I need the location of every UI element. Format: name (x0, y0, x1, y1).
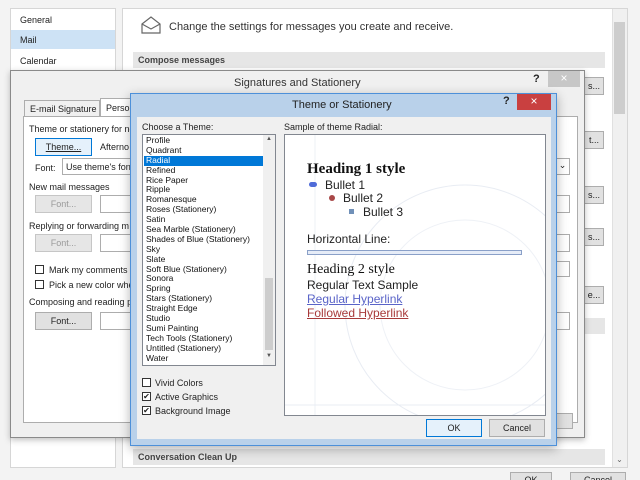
sample-horizontal-line (307, 250, 522, 255)
sample-bullet1: Bullet 1 (325, 178, 366, 192)
conversation-section-title: Conversation Clean Up (133, 449, 605, 465)
signatures-cancel-button-partial[interactable] (555, 413, 573, 429)
options-right-button-2[interactable]: t... (584, 131, 604, 149)
options-scroll-down-icon[interactable]: ⌄ (612, 455, 627, 467)
sample-heading1: Heading 1 style (307, 161, 406, 177)
theme-dialog-close-button[interactable]: × (517, 94, 551, 110)
choose-theme-label: Choose a Theme: (142, 122, 214, 132)
vivid-colors-checkbox[interactable] (142, 378, 151, 387)
theme-dialog-title: Theme or Stationery (292, 99, 392, 111)
font-select-value: Use theme's font (66, 162, 134, 172)
mark-comments-checkbox[interactable] (35, 265, 44, 274)
options-ok-button[interactable]: OK (510, 472, 552, 480)
compose-read-label: Composing and reading p (29, 297, 133, 307)
reply-font-button[interactable]: Font... (35, 234, 92, 252)
background-image-label: Background Image (155, 406, 231, 416)
sample-bullet3: Bullet 3 (363, 205, 404, 219)
envelope-icon (141, 16, 161, 34)
theme-cancel-button[interactable]: Cancel (489, 419, 545, 437)
options-right-button-3[interactable]: s... (584, 186, 604, 204)
theme-list-item[interactable]: Water (144, 353, 264, 364)
new-mail-font-preview (100, 195, 134, 213)
pick-color-label: Pick a new color whe (49, 280, 134, 290)
reply-preview-right (555, 234, 570, 252)
mark-comments-field-right[interactable] (555, 261, 570, 277)
mark-comments-label: Mark my comments w (49, 265, 137, 275)
options-cancel-button[interactable]: Cancel (570, 472, 626, 480)
active-graphics-checkbox[interactable]: ✔ (142, 392, 151, 401)
bullet3-icon (349, 209, 354, 214)
options-right-button-4[interactable]: s... (584, 228, 604, 246)
compose-font-preview (100, 312, 134, 330)
sample-bullet2: Bullet 2 (343, 191, 384, 205)
compose-font-button[interactable]: Font... (35, 312, 92, 330)
theme-list-item[interactable]: Shades of Blue (Stationery) (144, 234, 264, 245)
theme-dialog-help-icon[interactable]: ? (503, 95, 510, 107)
theme-list-scrollbar[interactable]: ▲ ▼ (263, 135, 275, 365)
options-scrollbar-thumb[interactable] (614, 22, 625, 114)
theme-stationery-label: Theme or stationery for ne (29, 124, 135, 134)
reply-font-preview (100, 234, 134, 252)
sidebar-item-mail-label: Mail (20, 35, 37, 45)
compose-section-title: Compose messages (133, 52, 605, 68)
pick-color-checkbox[interactable] (35, 280, 44, 289)
theme-button[interactable]: Theme... (35, 138, 92, 156)
sample-hline-label: Horizontal Line: (307, 232, 391, 246)
theme-current-value: Afterno (100, 142, 130, 152)
theme-button-label: Theme... (45, 142, 82, 152)
sample-followed-hyperlink: Followed Hyperlink (307, 306, 409, 320)
compose-preview-right (555, 312, 570, 330)
sample-regular-hyperlink: Regular Hyperlink (307, 292, 403, 306)
signatures-dialog-title: Signatures and Stationery (234, 77, 361, 89)
new-mail-font-button[interactable]: Font... (35, 195, 92, 213)
options-right-button-5[interactable]: e... (584, 286, 604, 304)
theme-list-scroll-thumb[interactable] (265, 278, 273, 350)
font-dropdown-right[interactable]: ⌄ (555, 158, 570, 175)
options-divider (584, 318, 605, 334)
theme-list-scroll-up-icon[interactable]: ▲ (263, 136, 275, 146)
tab-personal-stationery[interactable]: Perso (100, 98, 134, 117)
mail-options-header: Change the settings for messages you cre… (169, 21, 454, 33)
font-select[interactable]: Use theme's font (62, 158, 134, 175)
new-mail-label: New mail messages (29, 182, 110, 192)
sample-heading2: Heading 2 style (307, 262, 395, 277)
compose-font-button-label: Font... (50, 316, 77, 326)
bullet2-icon (329, 195, 335, 201)
sidebar-item-calendar[interactable]: Calendar (20, 56, 57, 66)
reply-forward-label: Replying or forwarding m (29, 221, 130, 231)
sample-theme-label: Sample of theme Radial: (284, 122, 383, 132)
signatures-help-icon[interactable]: ? (533, 73, 540, 85)
font-label: Font: (35, 163, 56, 173)
theme-list[interactable]: Profile Quadrant Radial Refined Rice Paper Ri… (142, 134, 276, 366)
tab-personal-stationery-label: Perso (106, 103, 130, 113)
new-mail-preview-right (555, 195, 570, 213)
tab-email-signature[interactable]: E-mail Signature (24, 100, 100, 117)
bullet1-icon (309, 182, 317, 187)
sidebar-item-general[interactable]: General (20, 15, 52, 25)
tab-email-signature-label: E-mail Signature (30, 104, 97, 114)
theme-sample-preview: Heading 1 style Bullet 1 Bullet 2 Bullet… (284, 134, 546, 416)
theme-list-scroll-down-icon[interactable]: ▼ (263, 353, 275, 363)
sample-regular-text: Regular Text Sample (307, 278, 419, 292)
theme-list-items: Profile Quadrant Radial Refined Rice Paper Ri… (144, 135, 264, 364)
signatures-close-button[interactable]: × (548, 71, 580, 87)
active-graphics-label: Active Graphics (155, 392, 219, 402)
vivid-colors-label: Vivid Colors (155, 378, 203, 388)
options-right-button-1[interactable]: s... (584, 77, 604, 95)
background-image-checkbox[interactable]: ✔ (142, 406, 151, 415)
theme-ok-button[interactable]: OK (426, 419, 482, 437)
